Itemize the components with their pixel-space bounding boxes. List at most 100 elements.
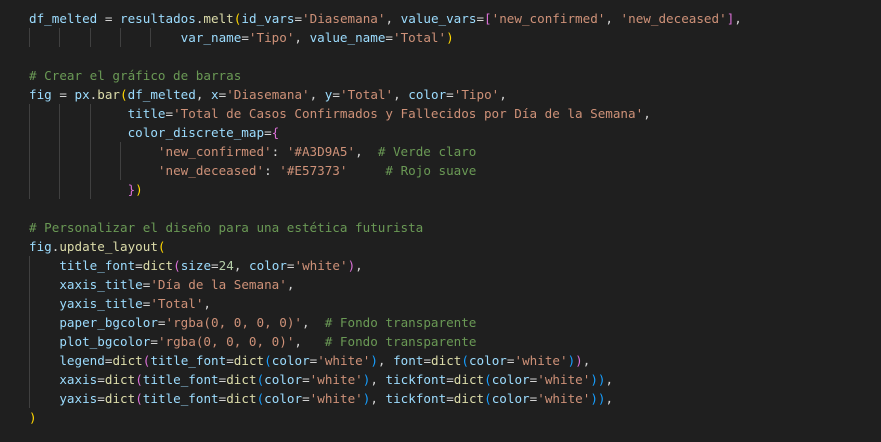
identifier: xaxis_title [59,277,143,292]
indent-guide [29,123,30,142]
indent-guide [59,161,60,180]
identifier: font [393,353,424,368]
operator: = [385,30,394,45]
operator [29,334,59,349]
bracket: ) [575,353,583,368]
bracket: )) [590,391,606,406]
operator: , [203,296,212,311]
indent-guide [59,180,60,199]
operator: = [302,391,310,406]
operator: = [446,372,454,387]
operator: = [264,125,272,140]
function-name: dict [112,353,143,368]
bracket: ) [29,410,37,425]
indent-guide [29,28,30,47]
identifier: fig [29,87,52,102]
operator: , [643,106,651,121]
code-line[interactable]: title_font=dict(size=24, color='white'), [29,256,881,275]
code-editor[interactable]: df_melted = resultados.melt(id_vars='Dia… [0,0,881,442]
comment: # Crear el gráfico de barras [29,68,242,83]
identifier: color [271,353,310,368]
string-literal: 'Día de la Semana' [150,277,287,292]
indent-guide [29,370,30,389]
identifier: tickfont [385,372,447,387]
indent-guide [59,104,60,123]
indent-guide [90,28,91,47]
function-name: dict [142,258,174,273]
identifier: df_melted [29,11,98,26]
operator [29,258,59,273]
string-literal: 'Diasemana' [226,87,310,102]
string-literal: 'new_deceased' [157,163,265,178]
bracket: ( [461,353,469,368]
code-line[interactable]: var_name='Tipo', value_name='Total') [29,28,881,47]
operator: , [605,372,614,387]
string-literal: 'new_confirmed' [157,144,272,159]
code-line[interactable]: # Personalizar el diseño para una estéti… [29,218,881,237]
code-line[interactable]: yaxis=dict(title_font=dict(color='white'… [29,389,881,408]
operator: = [97,11,120,26]
code-line[interactable] [29,47,881,66]
identifier: title [127,106,166,121]
code-line[interactable]: }) [29,180,881,199]
string-literal: 'Total' [339,87,394,102]
code-line[interactable]: legend=dict(title_font=dict(color='white… [29,351,881,370]
operator: = [446,87,454,102]
operator: , [302,315,325,330]
code-line[interactable] [29,199,881,218]
code-line[interactable]: ) [29,408,881,427]
function-name: dict [104,372,136,387]
code-line[interactable]: xaxis=dict(title_font=dict(color='white'… [29,370,881,389]
code-line[interactable]: 'new_deceased': '#E57373' # Rojo suave [29,161,881,180]
identifier: color [468,353,507,368]
string-literal: 'white' [309,372,363,387]
identifier: paper_bgcolor [59,315,158,330]
operator: , [309,87,325,102]
identifier: color_discrete_map [127,125,265,140]
operator: = [226,353,234,368]
code-line[interactable]: plot_bgcolor='rgba(0, 0, 0, 0)', # Fondo… [29,332,881,351]
operator [29,372,59,387]
operator: = [150,334,158,349]
code-line[interactable]: color_discrete_map={ [29,123,881,142]
code-line[interactable]: paper_bgcolor='rgba(0, 0, 0, 0)', # Fond… [29,313,881,332]
comment: # Fondo transparente [324,334,477,349]
identifier: color [264,391,303,406]
operator [29,391,59,406]
identifier: title_font [59,258,136,273]
function-name: update_layout [59,239,158,254]
indent-guide [29,161,30,180]
operator: , [734,11,742,26]
code-line[interactable]: xaxis_title='Día de la Semana', [29,275,881,294]
operator: = [286,258,295,273]
function-name: dict [226,372,257,387]
code-line[interactable]: df_melted = resultados.melt(id_vars='Dia… [29,9,881,28]
indent-guide [29,104,30,123]
identifier: resultados [120,11,196,26]
operator: = [157,315,166,330]
indent-guide [29,313,30,332]
code-line[interactable]: # Crear el gráfico de barras [29,66,881,85]
identifier: color [491,391,530,406]
indent-guide [29,142,30,161]
identifier: value_vars [400,11,477,26]
string-literal: 'white' [317,353,371,368]
code-line[interactable]: fig.update_layout( [29,237,881,256]
code-line[interactable]: yaxis_title='Total', [29,294,881,313]
bracket: [ [484,11,492,26]
code-line[interactable]: title='Total de Casos Confirmados y Fall… [29,104,881,123]
string-literal: 'white' [514,353,568,368]
identifier: xaxis [59,372,98,387]
indent-guide [59,123,60,142]
code-line[interactable]: 'new_confirmed': '#A3D9A5', # Verde clar… [29,142,881,161]
code-area[interactable]: df_melted = resultados.melt(id_vars='Dia… [29,9,881,427]
comment: # Rojo suave [385,163,477,178]
operator: = [211,258,219,273]
identifier: color [248,258,287,273]
identifier: legend [59,353,105,368]
identifier: plot_bgcolor [59,334,151,349]
operator: = [302,372,310,387]
indent-guide [120,28,121,47]
code-line[interactable]: fig = px.bar(df_melted, x='Diasemana', y… [29,85,881,104]
identifier: title_font [142,372,219,387]
